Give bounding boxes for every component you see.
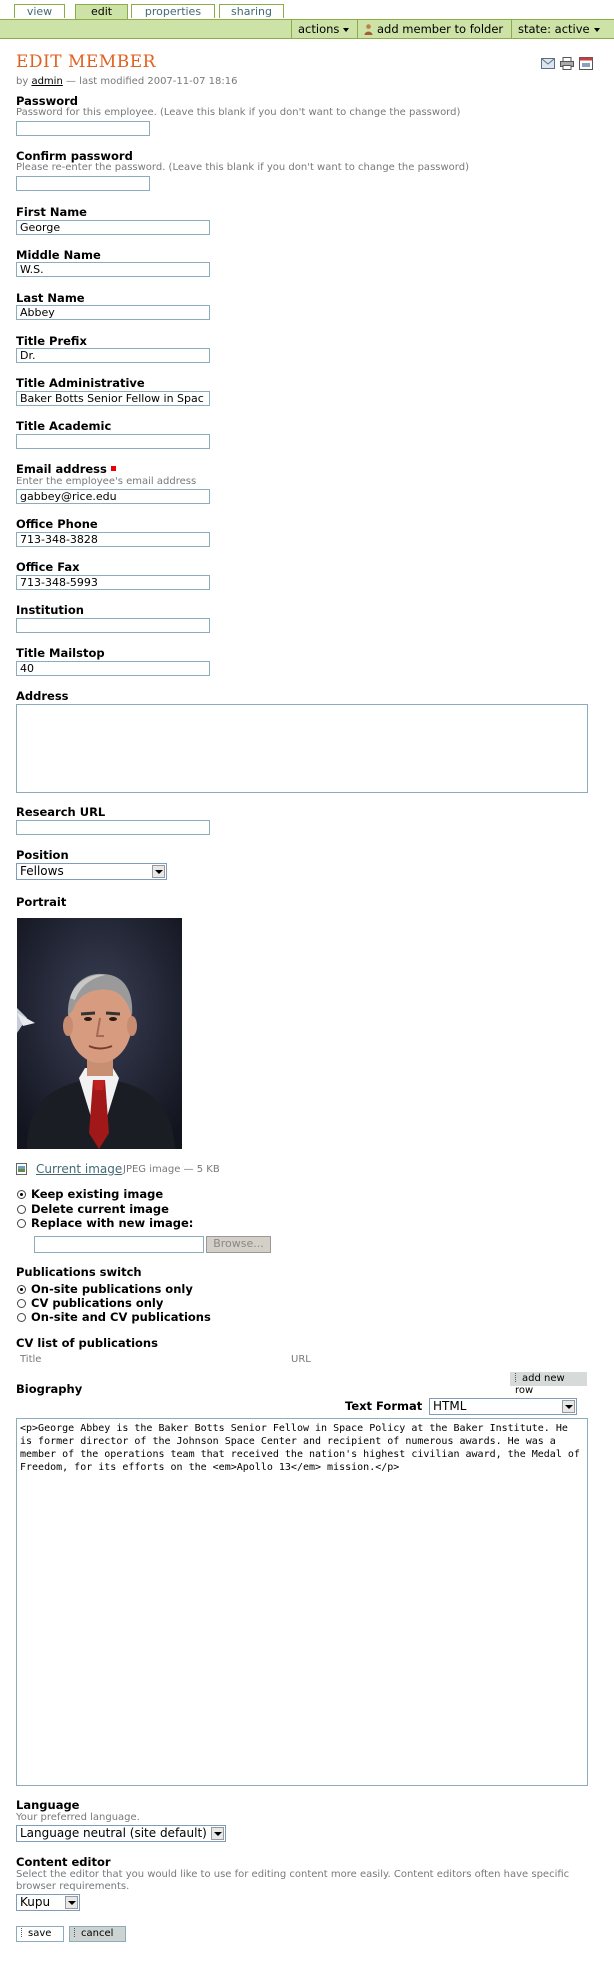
chevron-down-icon [593,27,600,32]
confirm-password-field[interactable] [16,176,150,191]
onsite-publications-radio[interactable]: On-site publications only [17,1282,193,1296]
password-help: Password for this employee. (Leave this … [16,107,461,118]
tab-view[interactable]: view [14,4,65,18]
cv-column-title: Title [20,1354,42,1365]
add-new-row-button[interactable]: add new row [510,1372,587,1396]
cv-list-label: CV list of publications [16,1336,158,1350]
biography-label: Biography [16,1382,83,1396]
chevron-down-icon[interactable] [211,1827,224,1840]
title-mailstop-field[interactable]: 40 [16,661,210,676]
chevron-down-icon[interactable] [562,1400,575,1413]
title-prefix-label: Title Prefix [16,334,87,348]
office-fax-label: Office Fax [16,560,80,574]
email-help: Enter the employee's email address [16,476,197,487]
person-icon [364,24,373,35]
office-phone-label: Office Phone [16,517,98,531]
first-name-label: First Name [16,205,87,219]
middle-name-field[interactable]: W.S. [16,262,210,277]
email-field[interactable]: gabbey@rice.edu [16,489,210,504]
email-label: Email address [16,462,116,476]
biography-textarea[interactable]: <p>George Abbey is the Baker Botts Senio… [16,1418,588,1786]
chevron-down-icon[interactable] [65,1896,78,1909]
grip-icon [21,1928,25,1937]
title-academic-field[interactable] [16,434,210,449]
browse-button[interactable]: Browse... [206,1236,271,1253]
replace-image-radio[interactable]: Replace with new image: [17,1216,193,1230]
portrait-label: Portrait [16,895,67,909]
file-upload-field[interactable] [34,1236,204,1253]
current-image-link[interactable]: Current image [36,1162,122,1176]
content-editor-select[interactable]: Kupu [16,1894,80,1911]
confirm-password-label: Confirm password [16,149,133,163]
keep-image-radio[interactable]: Keep existing image [17,1187,163,1201]
portrait-image [17,918,182,1149]
send-to-icon[interactable] [541,58,555,69]
content-editor-help: Select the editor that you would like to… [16,1869,570,1892]
document-actions [541,57,593,71]
research-url-field[interactable] [16,820,210,835]
radio-selected-icon[interactable] [17,1190,26,1199]
confirm-password-help: Please re-enter the password. (Leave thi… [16,162,469,173]
institution-label: Institution [16,603,84,617]
onsite-and-cv-publications-radio[interactable]: On-site and CV publications [17,1310,211,1324]
title-academic-label: Title Academic [16,419,112,433]
tab-sharing[interactable]: sharing [219,4,284,18]
delete-image-radio[interactable]: Delete current image [17,1202,169,1216]
radio-selected-icon[interactable] [17,1285,26,1294]
radio-icon[interactable] [17,1299,26,1308]
address-label: Address [16,689,69,703]
image-file-icon [16,1163,27,1175]
radio-icon[interactable] [17,1313,26,1322]
required-icon [110,466,116,471]
tab-edit[interactable]: edit [75,4,128,19]
state-menu[interactable]: state: active [511,20,614,38]
document-byline: by admin — last modified 2007-11-07 18:1… [16,76,238,87]
grip-icon [74,1928,78,1937]
last-name-label: Last Name [16,291,85,305]
cancel-button[interactable]: cancel [69,1926,126,1942]
cv-publications-radio[interactable]: CV publications only [17,1296,163,1310]
password-field[interactable] [16,121,150,136]
author-link[interactable]: admin [31,76,62,87]
portrait-photo [17,918,182,1149]
radio-icon[interactable] [17,1219,26,1228]
full-screen-icon[interactable] [579,57,593,70]
office-fax-field[interactable]: 713-348-5993 [16,575,210,590]
content-actions-bar: actions add member to folder state: acti… [0,19,614,39]
address-textarea[interactable] [16,704,588,793]
save-button[interactable]: save [16,1926,64,1942]
grip-icon [515,1373,519,1382]
middle-name-label: Middle Name [16,248,101,262]
radio-icon[interactable] [17,1205,26,1214]
actions-menu[interactable]: actions [291,20,357,38]
office-phone-field[interactable]: 713-348-3828 [16,532,210,547]
last-name-field[interactable]: Abbey [16,305,210,320]
chevron-down-icon [343,27,350,32]
position-select[interactable]: Fellows [16,863,167,880]
title-administrative-field[interactable]: Baker Botts Senior Fellow in Spac [16,391,210,406]
language-label: Language [16,1798,80,1812]
language-select[interactable]: Language neutral (site default) [16,1825,226,1842]
image-meta: JPEG image — 5 KB [123,1164,220,1175]
page-title: EDIT MEMBER [16,52,156,72]
text-format-select[interactable]: HTML [429,1398,577,1415]
research-url-label: Research URL [16,805,106,819]
publications-switch-label: Publications switch [16,1265,142,1279]
tab-properties[interactable]: properties [131,4,215,18]
text-format-label: Text Format [345,1399,423,1413]
password-label: Password [16,94,78,108]
language-help: Your preferred language. [16,1812,140,1823]
first-name-field[interactable]: George [16,220,210,235]
chevron-down-icon[interactable] [152,865,165,878]
title-administrative-label: Title Administrative [16,376,145,390]
title-prefix-field[interactable]: Dr. [16,348,210,363]
print-icon[interactable] [560,57,574,70]
content-editor-label: Content editor [16,1855,111,1869]
add-member-to-folder-menu[interactable]: add member to folder [357,20,511,38]
position-label: Position [16,848,69,862]
title-mailstop-label: Title Mailstop [16,646,105,660]
cv-column-url: URL [291,1354,311,1365]
institution-field[interactable] [16,618,210,633]
